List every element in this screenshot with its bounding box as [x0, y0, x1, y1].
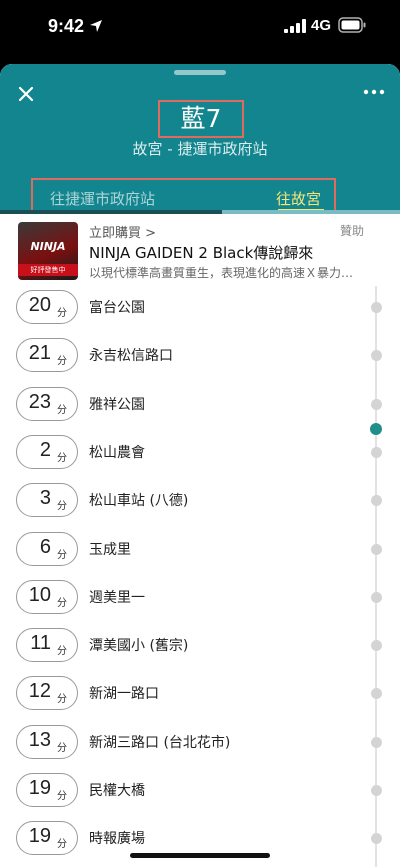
- eta-minutes: 19: [28, 825, 51, 848]
- eta-unit: 分: [57, 452, 67, 464]
- eta-minutes: 23: [28, 390, 51, 413]
- bus-position-icon: [370, 422, 382, 435]
- eta-unit: 分: [57, 646, 67, 658]
- stop-row[interactable]: 19 分 時報廣場: [0, 817, 400, 865]
- eta-unit: 分: [57, 308, 67, 319]
- stop-name: 新湖三路口 (台北花市): [89, 734, 231, 751]
- eta-minutes: 3: [39, 487, 51, 510]
- sheet-grabber[interactable]: [174, 70, 226, 75]
- eta-pill: 12 分: [16, 676, 78, 711]
- eta-minutes: 2: [39, 438, 51, 461]
- eta-pill: 19 分: [16, 773, 78, 807]
- stop-name: 時報廣場: [89, 831, 145, 848]
- location-arrow-icon: [90, 20, 102, 32]
- more-icon[interactable]: [360, 86, 388, 98]
- tab-to-city-hall[interactable]: 往捷運市政府站: [50, 188, 155, 209]
- stop-name: 民權大橋: [89, 783, 145, 799]
- eta-minutes: 10: [28, 583, 51, 606]
- eta-pill: 2分: [16, 434, 78, 469]
- stop-row[interactable]: 11 分 潭美國小 (舊宗): [0, 624, 400, 672]
- eta-pill: 20 分: [16, 290, 78, 324]
- stop-row[interactable]: 21 分 永吉松信路口: [0, 334, 400, 382]
- stop-dot-icon: [371, 591, 382, 603]
- eta-minutes: 11: [30, 632, 51, 655]
- ad-buy-link[interactable]: 立即購買 >: [89, 222, 156, 241]
- stop-name: 玉成里: [89, 541, 131, 558]
- eta-pill: 6分: [16, 531, 78, 566]
- ad-title[interactable]: NINJA GAIDEN 2 Black傳說歸來: [89, 242, 313, 263]
- stop-dot-icon: [371, 640, 382, 652]
- tab-to-palace-museum[interactable]: 往故宮: [276, 188, 321, 209]
- eta-unit: 分: [57, 597, 67, 609]
- stop-name: 雅祥公園: [89, 396, 145, 413]
- stop-dot-icon: [371, 785, 382, 796]
- eta-minutes: 20: [28, 294, 51, 316]
- status-bar: 9:42 4G: [0, 0, 400, 58]
- eta-unit: 分: [57, 694, 67, 706]
- stop-row[interactable]: 19 分 民權大橋: [0, 769, 400, 817]
- stop-row[interactable]: 2 分松山農會: [0, 431, 400, 479]
- sponsored-ad[interactable]: NINJA 好評發售中 立即購買 > 贊助 NINJA GAIDEN 2 Bla…: [0, 214, 400, 286]
- ad-sponsor-label: 贊助: [340, 224, 365, 238]
- signal-icon: [284, 19, 306, 33]
- stop-row[interactable]: 10 分 週美里一: [0, 576, 400, 624]
- eta-unit: 分: [57, 549, 67, 561]
- ad-image[interactable]: NINJA 好評發售中: [18, 222, 78, 280]
- stop-row[interactable]: 20 分 富台公園: [0, 286, 400, 334]
- status-time: 9:42: [48, 16, 85, 36]
- ad-image-tag: 好評發售中: [18, 264, 78, 276]
- stop-row[interactable]: 3 分松山車站 (八德): [0, 479, 400, 527]
- stop-dot-icon: [371, 688, 382, 700]
- eta-unit: 分: [57, 791, 67, 802]
- eta-unit: 分: [57, 356, 67, 368]
- stop-dot-icon: [371, 833, 382, 845]
- eta-pill: 11 分: [16, 628, 78, 663]
- eta-unit: 分: [57, 404, 67, 416]
- home-indicator: [130, 853, 270, 858]
- stop-row[interactable]: 23 分 雅祥公園: [0, 383, 400, 431]
- eta-minutes: 19: [28, 777, 51, 799]
- stop-name: 松山車站 (八德): [89, 493, 189, 510]
- stop-dot-icon: [371, 543, 382, 555]
- stop-dot-icon: [371, 736, 382, 748]
- eta-minutes: 13: [28, 728, 51, 751]
- eta-pill: 21 分: [16, 338, 78, 373]
- battery-icon: [338, 17, 366, 33]
- eta-pill: 23 分: [16, 386, 78, 421]
- stop-name: 潭美國小 (舊宗): [89, 638, 189, 655]
- eta-pill: 3分: [16, 483, 78, 518]
- eta-minutes: 21: [28, 342, 51, 365]
- stop-dot-icon: [371, 495, 382, 507]
- route-header: 藍7 故宮 - 捷運市政府站 往捷運市政府站 往故宮: [0, 64, 400, 218]
- stop-row[interactable]: 12 分 新湖一路口: [0, 672, 400, 720]
- route-sheet: 藍7 故宮 - 捷運市政府站 往捷運市政府站 往故宮 NINJA 好評發售中 立…: [0, 64, 400, 867]
- stop-row[interactable]: 6 分玉成里: [0, 528, 400, 576]
- eta-pill: 13 分: [16, 724, 78, 759]
- eta-pill: 10 分: [16, 579, 78, 614]
- ad-description: 以現代標準高畫質重生，表現進化的高速Ｘ暴力…: [89, 266, 354, 280]
- stop-row[interactable]: 13 分 新湖三路口 (台北花市): [0, 721, 400, 769]
- eta-unit: 分: [57, 501, 67, 513]
- route-title: 藍7: [180, 104, 222, 133]
- stop-name: 富台公園: [89, 300, 145, 316]
- eta-pill: 19 分: [16, 821, 78, 856]
- stop-dot-icon: [371, 446, 382, 458]
- stop-name: 松山農會: [89, 444, 145, 461]
- stop-dot-icon: [371, 302, 382, 313]
- ad-image-title: NINJA: [30, 240, 66, 253]
- stop-name: 週美里一: [89, 589, 145, 606]
- stop-name: 永吉松信路口: [89, 348, 173, 365]
- route-subtitle: 故宮 - 捷運市政府站: [132, 140, 268, 158]
- stop-dot-icon: [371, 350, 382, 362]
- network-type: 4G: [311, 17, 332, 34]
- stop-dot-icon: [371, 398, 382, 410]
- eta-unit: 分: [57, 839, 67, 851]
- close-icon[interactable]: [14, 82, 38, 106]
- stop-name: 新湖一路口: [89, 686, 159, 703]
- eta-minutes: 6: [39, 535, 51, 558]
- eta-minutes: 12: [28, 680, 51, 703]
- route-title-highlight: 藍7: [158, 100, 244, 138]
- eta-unit: 分: [57, 742, 67, 754]
